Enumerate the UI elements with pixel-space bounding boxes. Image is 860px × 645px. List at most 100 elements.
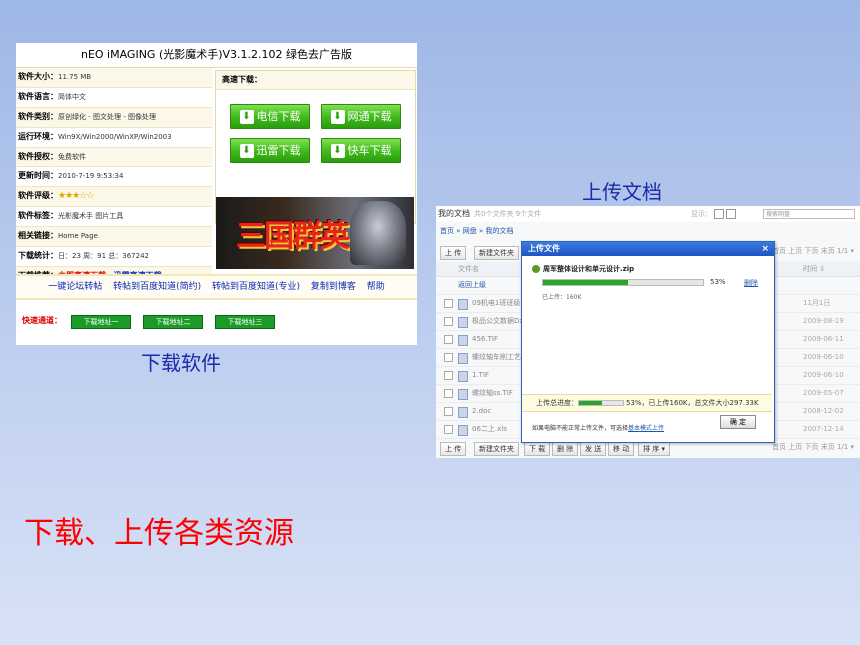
info-row-license: 软件授权：免费软件	[16, 147, 212, 168]
info-row-links: 相关链接：Home Page	[16, 227, 212, 248]
row-checkbox[interactable]	[444, 353, 453, 362]
share-links-bar: 一键论坛转帖 转帖到百度知道(简约) 转帖到百度知道(专业) 复制到博客 帮助	[16, 274, 417, 300]
file-progress-bar	[542, 279, 704, 286]
info-key: 相关链接：	[18, 231, 58, 241]
flashget-download-button[interactable]: ⬇ 快车下载	[321, 138, 401, 163]
close-icon[interactable]: ×	[761, 242, 769, 256]
ok-button[interactable]: 确 定	[720, 415, 756, 429]
back-link[interactable]: 返回上级	[458, 277, 486, 294]
new-folder-button[interactable]: 新建文件夹	[474, 246, 519, 260]
file-date: 2009-06-10	[803, 353, 844, 361]
grid-view-icon[interactable]	[726, 209, 737, 219]
dialog-footer-text: 如果电脑不能正常上传文件，可选择基本模式上传	[532, 425, 665, 432]
doc-header: 我的文档 共0个文件夹 9个文件 显示： 搜索网盘	[436, 206, 860, 222]
high-speed-label: 高速下载：	[216, 71, 415, 90]
file-icon	[458, 335, 468, 346]
list-view-icon[interactable]	[714, 209, 725, 219]
software-title: nEO iMAGING (光影魔术手)V3.1.2.102 绿色去广告版	[16, 43, 417, 68]
download-address-3-button[interactable]: 下载地址三	[215, 315, 275, 329]
help-link[interactable]: 帮助	[367, 282, 385, 292]
upload-button[interactable]: 上 传	[440, 246, 467, 260]
info-value: 原创绿化 - 图文处理 - 图像处理	[58, 112, 156, 121]
info-row-stats: 下载统计：日：23 周：91 总：367242	[16, 247, 212, 267]
file-name[interactable]: 极品公文数据Dx2	[472, 313, 528, 330]
row-checkbox[interactable]	[444, 371, 453, 380]
download-address-1-button[interactable]: 下载地址一	[71, 315, 131, 329]
row-checkbox[interactable]	[444, 299, 453, 308]
doc-title: 我的文档	[438, 209, 470, 218]
breadcrumb[interactable]: 首页 » 网盘 » 我的文档	[440, 226, 513, 236]
fast-channel-label: 快速通道：	[22, 316, 62, 325]
row-checkbox[interactable]	[444, 335, 453, 344]
file-name[interactable]: 09机电1班班级课	[472, 295, 527, 312]
file-name[interactable]: 1.TIF	[472, 367, 489, 384]
info-key: 软件标签：	[18, 211, 58, 221]
file-name[interactable]: 456.TIF	[472, 331, 498, 348]
home-page-link[interactable]: Home Page	[58, 232, 98, 240]
download-arrow-icon: ⬇	[330, 110, 345, 124]
row-checkbox[interactable]	[444, 317, 453, 326]
upload-filename: 周军整体设计和单元设计.zip	[532, 264, 634, 274]
row-checkbox[interactable]	[444, 407, 453, 416]
sort-button[interactable]: 排 序 ▾	[638, 442, 670, 456]
file-date: 2009-06-10	[803, 371, 844, 379]
total-progress-row: 上传总进度： 53%，已上传160K，总文件大小297.33K	[522, 394, 772, 412]
search-input[interactable]: 搜索网盘	[763, 209, 855, 219]
row-checkbox[interactable]	[444, 389, 453, 398]
info-key: 运行环境：	[18, 131, 58, 141]
share-link-blog[interactable]: 复制到博客	[311, 282, 356, 292]
file-date: 2009-06-11	[803, 335, 844, 343]
download-arrow-icon: ⬇	[239, 144, 254, 158]
file-name[interactable]: 螺纹轴车削工艺分	[472, 349, 528, 366]
star-rating-icon: ★★★☆☆	[58, 191, 94, 202]
telecom-download-button[interactable]: ⬇ 电信下载	[230, 104, 310, 129]
file-date: 2007-12-14	[803, 425, 844, 433]
file-name[interactable]: 2.doc	[472, 403, 491, 420]
new-folder-button-bottom[interactable]: 新建文件夹	[474, 442, 519, 456]
delete-upload-link[interactable]: 删除	[744, 278, 758, 288]
view-mode-label: 显示：	[691, 206, 737, 222]
button-label: 快车下载	[347, 144, 392, 157]
share-link-baidu-simple[interactable]: 转帖到百度知道(简约)	[113, 282, 201, 292]
file-name[interactable]: 螺纹轴ss.TIF	[472, 385, 513, 402]
info-value[interactable]: 光影魔术手 图片工具	[58, 212, 123, 220]
share-link-baidu-pro[interactable]: 转帖到百度知道(专业)	[212, 282, 300, 292]
file-icon	[458, 299, 468, 310]
download-button[interactable]: 下 载	[524, 442, 551, 456]
button-label: 迅雷下载	[256, 144, 301, 157]
pager-bottom[interactable]: 首页 上页 下页 末页 1/1 ▾	[772, 442, 854, 452]
fast-channel-row: 快速通道： 下载地址一 下载地址二 下载地址三	[16, 311, 417, 331]
upload-document-screenshot: 我的文档 共0个文件夹 9个文件 显示： 搜索网盘 首页 » 网盘 » 我的文档…	[436, 206, 860, 458]
info-value: 免费软件	[58, 152, 86, 161]
delete-button[interactable]: 删 除	[552, 442, 579, 456]
info-key: 软件授权：	[18, 151, 58, 161]
row-checkbox[interactable]	[444, 425, 453, 434]
send-button[interactable]: 发 送	[580, 442, 607, 456]
file-progress-fill	[543, 280, 628, 285]
col-time[interactable]: 时间 ⇩	[803, 262, 825, 276]
dialog-title-bar: 上传文件 ×	[522, 242, 774, 256]
share-link-forum[interactable]: 一键论坛转帖	[48, 282, 102, 292]
netcom-download-button[interactable]: ⬇ 网通下载	[321, 104, 401, 129]
download-address-2-button[interactable]: 下载地址二	[143, 315, 203, 329]
file-icon	[458, 371, 468, 382]
info-value: 日：23 周：91 总：367242	[58, 252, 149, 261]
main-title: 下载、上传各类资源	[24, 516, 294, 551]
game-ad-banner[interactable]: 三国群英	[216, 197, 414, 269]
info-key: 软件类别：	[18, 111, 58, 121]
thunder-download-button[interactable]: ⬇ 迅雷下载	[230, 138, 310, 163]
software-info-table: 软件大小：11.75 MB 软件语言：简体中文 软件类别：原创绿化 - 图文处理…	[16, 68, 212, 287]
total-progress-fill	[579, 401, 603, 405]
download-arrow-icon: ⬇	[239, 110, 254, 124]
file-name[interactable]: 06二上.xls	[472, 421, 507, 438]
col-name[interactable]: 文件名	[458, 262, 479, 276]
basic-mode-upload-link[interactable]: 基本模式上传	[628, 425, 664, 432]
pager[interactable]: 首页 上页 下页 末页 1/1 ▾	[772, 246, 854, 256]
file-icon	[458, 389, 468, 400]
info-value: 简体中文	[58, 92, 86, 101]
dialog-title: 上传文件	[528, 244, 560, 253]
move-button[interactable]: 移 动	[608, 442, 635, 456]
info-row-environment: 运行环境：Win9X/Win2000/WinXP/Win2003	[16, 128, 212, 148]
upload-button-bottom[interactable]: 上 传	[440, 442, 467, 456]
total-progress-text: 53%，已上传160K，总文件大小297.33K	[626, 399, 759, 407]
